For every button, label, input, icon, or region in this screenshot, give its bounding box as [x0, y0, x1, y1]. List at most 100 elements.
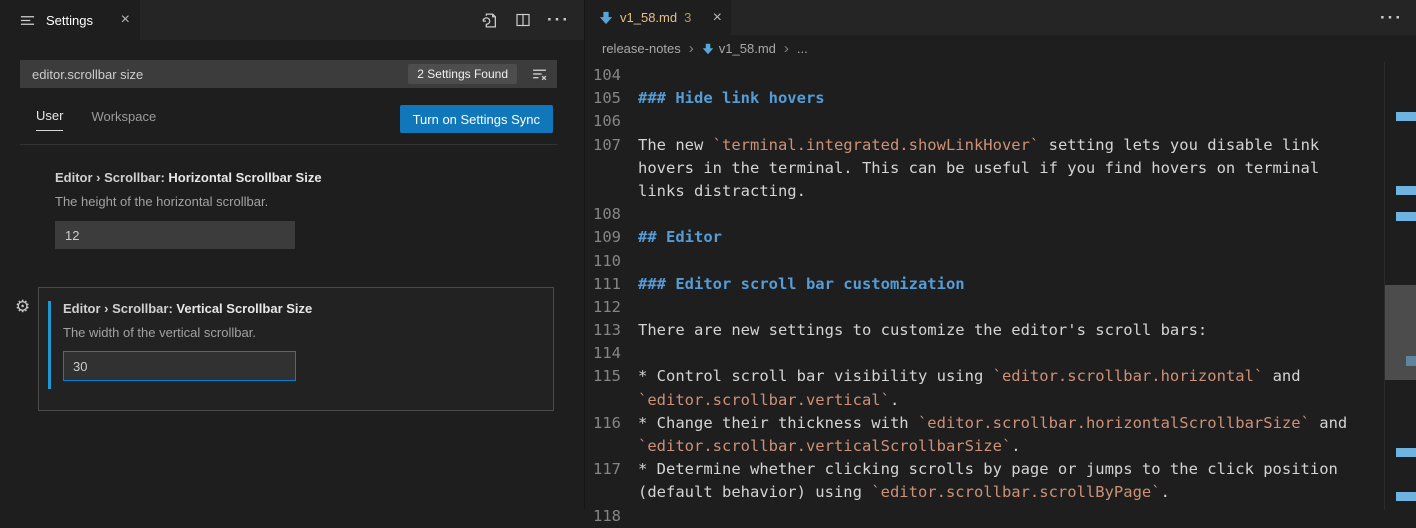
line-content: hovers in the terminal. This can be usef…: [638, 157, 1319, 180]
line-number: [585, 157, 621, 180]
line-number: [585, 180, 621, 203]
setting-description: The height of the horizontal scrollbar.: [55, 194, 322, 209]
line-number: 104: [585, 64, 621, 87]
line-content: ## Editor: [638, 226, 722, 249]
settings-header-divider: [20, 144, 557, 145]
line-content: There are new settings to customize the …: [638, 319, 1207, 342]
breadcrumb-file[interactable]: v1_58.md: [702, 41, 776, 56]
overview-ruler-mark: [1396, 492, 1416, 501]
tab-settings-label: Settings: [46, 13, 93, 28]
settings-count-badge: 2 Settings Found: [408, 64, 517, 84]
line-number: 116: [585, 412, 621, 435]
line-number: 111: [585, 273, 621, 296]
editor-content[interactable]: 104105 ### Hide link hovers 106107 The new …: [585, 62, 1416, 510]
line-number: 108: [585, 203, 621, 226]
setting-category: Editor › Scrollbar:: [63, 301, 176, 316]
line-content: links distracting.: [638, 180, 806, 203]
setting-title: Editor › Scrollbar: Vertical Scrollbar S…: [63, 301, 543, 316]
scope-tab-workspace[interactable]: Workspace: [91, 109, 156, 131]
setting-row-vertical-scrollbar-size[interactable]: Editor › Scrollbar: Vertical Scrollbar S…: [38, 287, 554, 411]
editor-line[interactable]: 114: [585, 342, 1416, 365]
editor-line[interactable]: 104: [585, 64, 1416, 87]
breadcrumb: release-notes › v1_58.md › ...: [585, 35, 1416, 62]
editor-line[interactable]: hovers in the terminal. This can be usef…: [585, 157, 1416, 180]
tab-filename: v1_58.md: [620, 10, 677, 25]
line-content: `editor.scrollbar.verticalScrollbarSize`…: [638, 435, 1021, 458]
overview-ruler-mark: [1396, 448, 1416, 457]
line-number: [585, 389, 621, 412]
line-number: 109: [585, 226, 621, 249]
editor-line[interactable]: 106: [585, 110, 1416, 133]
tab-badge: 3: [684, 10, 691, 25]
setting-description: The width of the vertical scrollbar.: [63, 325, 543, 340]
vertical-scrollbar-size-input[interactable]: [63, 351, 296, 381]
setting-category: Editor › Scrollbar:: [55, 170, 168, 185]
setting-gear-icon[interactable]: ⚙: [15, 297, 30, 317]
setting-name: Vertical Scrollbar Size: [176, 301, 312, 316]
line-number: 107: [585, 134, 621, 157]
editor-line[interactable]: `editor.scrollbar.vertical`.: [585, 389, 1416, 412]
tab-v1-58-md[interactable]: v1_58.md 3 ×: [585, 0, 731, 35]
line-content: * Control scroll bar visibility using `e…: [638, 365, 1301, 388]
turn-on-settings-sync-button[interactable]: Turn on Settings Sync: [400, 105, 553, 133]
editor-line[interactable]: (default behavior) using `editor.scrollb…: [585, 481, 1416, 504]
line-content: The new `terminal.integrated.showLinkHov…: [638, 134, 1319, 157]
line-number: [585, 481, 621, 504]
more-actions-icon[interactable]: ···: [1380, 13, 1403, 23]
setting-row-horizontal-scrollbar-size: Editor › Scrollbar: Horizontal Scrollbar…: [55, 170, 322, 249]
line-number: 106: [585, 110, 621, 133]
line-number: 117: [585, 458, 621, 481]
markdown-file-icon: [702, 43, 714, 55]
line-number: 113: [585, 319, 621, 342]
editor-line[interactable]: 108: [585, 203, 1416, 226]
settings-search-box: 2 Settings Found: [20, 60, 557, 88]
horizontal-scrollbar-size-input[interactable]: [55, 221, 295, 249]
settings-search-input[interactable]: [30, 66, 408, 83]
editor-line[interactable]: 110: [585, 250, 1416, 273]
editor-line[interactable]: 118: [585, 505, 1416, 528]
overview-ruler-mark: [1396, 186, 1416, 195]
tab-settings[interactable]: Settings ×: [0, 0, 140, 40]
breadcrumb-symbol[interactable]: ...: [797, 41, 808, 56]
editor-line[interactable]: links distracting.: [585, 180, 1416, 203]
line-content: * Determine whether clicking scrolls by …: [638, 458, 1338, 481]
close-tab-icon[interactable]: ×: [121, 12, 130, 28]
line-number: 114: [585, 342, 621, 365]
line-content: ### Hide link hovers: [638, 87, 825, 110]
setting-name: Horizontal Scrollbar Size: [168, 170, 321, 185]
left-tab-bar: Settings × ···: [0, 0, 584, 40]
editor-line[interactable]: 105 ### Hide link hovers: [585, 87, 1416, 110]
split-editor-icon[interactable]: [513, 10, 533, 30]
editor-line[interactable]: 109 ## Editor: [585, 226, 1416, 249]
more-actions-icon[interactable]: ···: [547, 15, 570, 25]
editor-line[interactable]: `editor.scrollbar.verticalScrollbarSize`…: [585, 435, 1416, 458]
line-number: 105: [585, 87, 621, 110]
editor-line[interactable]: 111 ### Editor scroll bar customization: [585, 273, 1416, 296]
line-content: ### Editor scroll bar customization: [638, 273, 965, 296]
close-tab-icon[interactable]: ×: [713, 10, 722, 26]
editor-line[interactable]: 112: [585, 296, 1416, 319]
line-number: 118: [585, 505, 621, 528]
settings-scope-tabs: User Workspace: [36, 108, 156, 131]
breadcrumb-folder[interactable]: release-notes: [602, 41, 681, 56]
line-number: 115: [585, 365, 621, 388]
overview-ruler-mark: [1396, 212, 1416, 221]
chevron-right-icon: ›: [784, 40, 789, 57]
setting-title: Editor › Scrollbar: Horizontal Scrollbar…: [55, 170, 322, 185]
line-number: 110: [585, 250, 621, 273]
editor-line[interactable]: 115 * Control scroll bar visibility using…: [585, 365, 1416, 388]
clear-filters-icon[interactable]: [529, 64, 549, 84]
editor-line[interactable]: 116* Change their thickness with `editor…: [585, 412, 1416, 435]
line-number: 112: [585, 296, 621, 319]
markdown-editor-pane: v1_58.md 3 × ··· release-notes › v1_58.m…: [584, 0, 1416, 510]
left-editor-actions: ···: [479, 0, 584, 40]
editor-scrollbar[interactable]: [1384, 62, 1416, 510]
editor-line[interactable]: 117 * Determine whether clicking scrolls …: [585, 458, 1416, 481]
chevron-right-icon: ›: [689, 40, 694, 57]
scope-tab-user[interactable]: User: [36, 108, 63, 131]
open-settings-json-icon[interactable]: [479, 10, 499, 30]
editor-line[interactable]: 107 The new `terminal.integrated.showLink…: [585, 134, 1416, 157]
overview-ruler-mark: [1396, 112, 1416, 121]
markdown-file-icon: [599, 11, 613, 25]
editor-line[interactable]: 113 There are new settings to customize t…: [585, 319, 1416, 342]
